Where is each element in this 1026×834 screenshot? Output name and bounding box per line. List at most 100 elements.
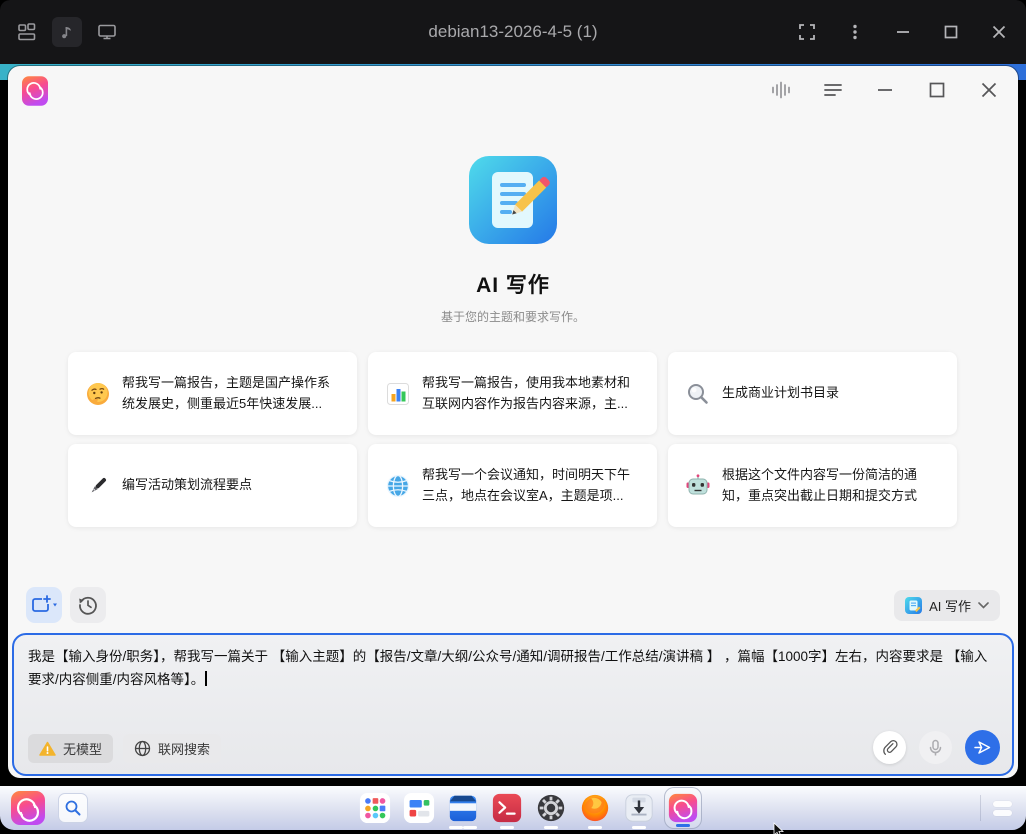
uos-ai-logo-icon xyxy=(22,76,48,106)
send-button[interactable] xyxy=(965,730,1000,765)
app-maximize-button[interactable] xyxy=(926,79,948,101)
send-icon xyxy=(973,738,992,757)
dock-uos-ai-active[interactable] xyxy=(664,787,702,829)
ai-writing-app-icon xyxy=(469,156,557,244)
globe-outline-icon xyxy=(134,740,151,757)
suggestion-card-local-material-report[interactable]: 帮我写一篇报告，使用我本地素材和互联网内容作为报告内容来源，主... xyxy=(368,352,657,435)
new-chat-button[interactable] xyxy=(26,587,62,623)
hero-section: AI 写作 基于您的主题和要求写作。 xyxy=(8,156,1018,325)
prompt-text: 我是【输入身份/职务】，帮我写一篇关于 【输入主题】的【报告/文章/大纲/公众号… xyxy=(28,649,987,687)
suggestion-card-label: 帮我写一篇报告，主题是国产操作系统发展史，侧重最近5年快速发展... xyxy=(122,373,340,413)
ai-writing-mini-icon xyxy=(905,597,922,614)
input-chips: 无模型 联网搜索 xyxy=(28,734,221,763)
active-running-indicator xyxy=(676,824,690,827)
running-indicator xyxy=(544,826,558,829)
suggestion-card-label: 根据这个文件内容写一份简洁的通知，重点突出截止日期和提交方式 xyxy=(722,465,940,505)
prompt-input[interactable]: 我是【输入身份/职务】，帮我写一篇关于 【输入主题】的【报告/文章/大纲/公众号… xyxy=(28,645,998,691)
robot-icon xyxy=(685,473,711,499)
mouse-cursor xyxy=(773,822,785,834)
vm-menu-button[interactable] xyxy=(842,19,868,45)
search-button[interactable] xyxy=(58,793,88,823)
taskbar-divider xyxy=(980,795,981,821)
vm-maximize-button[interactable] xyxy=(938,19,964,45)
dock-widgets[interactable] xyxy=(400,786,438,830)
text-caret xyxy=(205,671,207,686)
suggestion-card-label: 编写活动策划流程要点 xyxy=(122,475,252,495)
firefox-icon xyxy=(579,792,611,824)
voice-input-button[interactable] xyxy=(770,79,792,101)
dock-terminal[interactable] xyxy=(488,786,526,830)
running-indicator xyxy=(463,826,477,829)
attach-file-button[interactable] xyxy=(873,731,906,764)
model-chip-label: 无模型 xyxy=(63,739,102,758)
web-search-chip[interactable]: 联网搜索 xyxy=(123,734,221,763)
magnifier-icon xyxy=(685,381,711,407)
microphone-button[interactable] xyxy=(919,731,952,764)
globe-icon xyxy=(385,473,411,499)
suggestion-card-business-plan[interactable]: 生成商业计划书目录 xyxy=(668,352,957,435)
maximize-icon xyxy=(926,79,948,101)
page-title: AI 写作 xyxy=(8,269,1018,299)
web-search-chip-label: 联网搜索 xyxy=(158,739,210,758)
prompt-input-box[interactable]: 我是【输入身份/职务】，帮我写一篇关于 【输入主题】的【报告/文章/大纲/公众号… xyxy=(12,633,1014,776)
installer-download-icon xyxy=(623,792,655,824)
assistant-selector[interactable]: AI 写作 xyxy=(894,590,1000,621)
suggestion-card-event-planning[interactable]: 编写活动策划流程要点 xyxy=(68,444,357,527)
search-icon xyxy=(64,799,82,817)
app-minimize-button[interactable] xyxy=(874,79,896,101)
file-manager-icon xyxy=(447,792,479,824)
microphone-icon xyxy=(927,739,944,757)
new-chat-icon xyxy=(31,594,57,616)
warning-icon xyxy=(39,741,56,757)
running-indicator xyxy=(632,826,646,829)
pen-icon xyxy=(85,473,111,499)
desktop: AI 写作 基于您的主题和要求写作。 帮我写一篇 xyxy=(0,64,1026,834)
running-indicator xyxy=(588,826,602,829)
tray-bar xyxy=(993,810,1012,816)
vm-titlebar: debian13-2026-4-5 (1) xyxy=(0,0,1026,64)
close-icon xyxy=(989,22,1009,42)
suggestion-card-meeting-notice[interactable]: 帮我写一个会议通知，时间明天下午三点，地点在会议室A，主题是项... xyxy=(368,444,657,527)
vm-fullscreen-button[interactable] xyxy=(794,19,820,45)
minimize-icon xyxy=(874,79,896,101)
thinking-face-icon xyxy=(85,381,111,407)
dock-control-center[interactable] xyxy=(532,786,570,830)
app-close-button[interactable] xyxy=(978,79,1000,101)
vm-close-button[interactable] xyxy=(986,19,1012,45)
uos-ai-icon xyxy=(667,792,699,824)
settings-gear-icon xyxy=(535,792,567,824)
suggestion-card-label: 帮我写一个会议通知，时间明天下午三点，地点在会议室A，主题是项... xyxy=(422,465,640,505)
actions-row: AI 写作 xyxy=(26,587,1000,623)
minimize-icon xyxy=(893,22,913,42)
main-menu-button[interactable] xyxy=(822,79,844,101)
taskbar xyxy=(0,786,1026,830)
uos-ai-dock-icon[interactable] xyxy=(11,791,45,825)
tray-bar xyxy=(993,801,1012,807)
dock-file-manager[interactable] xyxy=(444,786,482,830)
maximize-icon xyxy=(941,22,961,42)
history-icon xyxy=(77,594,99,616)
suggestion-cards: 帮我写一篇报告，主题是国产操作系统发展史，侧重最近5年快速发展... 帮我写一篇… xyxy=(68,352,957,527)
suggestion-card-label: 帮我写一篇报告，使用我本地素材和互联网内容作为报告内容来源，主... xyxy=(422,373,640,413)
fullscreen-icon xyxy=(797,22,817,42)
screen: debian13-2026-4-5 (1) xyxy=(0,0,1026,834)
suggestion-card-os-report[interactable]: 帮我写一篇报告，主题是国产操作系统发展史，侧重最近5年快速发展... xyxy=(68,352,357,435)
suggestion-card-file-notice[interactable]: 根据这个文件内容写一份简洁的通知，重点突出截止日期和提交方式 xyxy=(668,444,957,527)
paperclip-icon xyxy=(881,739,899,757)
tray-panel-toggle[interactable] xyxy=(993,801,1012,816)
app-titlebar xyxy=(8,66,1018,114)
vm-minimize-button[interactable] xyxy=(890,19,916,45)
input-actions xyxy=(873,730,1000,765)
terminal-icon xyxy=(491,792,523,824)
dock-launcher[interactable] xyxy=(356,786,394,830)
dock-app-store[interactable] xyxy=(620,786,658,830)
hamburger-menu-icon xyxy=(822,79,844,101)
model-selector-chip[interactable]: 无模型 xyxy=(28,734,113,763)
widgets-icon xyxy=(403,792,435,824)
page-subtitle: 基于您的主题和要求写作。 xyxy=(8,308,1018,325)
dock-firefox[interactable] xyxy=(576,786,614,830)
bar-chart-icon xyxy=(385,381,411,407)
running-indicator xyxy=(500,826,514,829)
running-indicator xyxy=(449,826,463,829)
history-button[interactable] xyxy=(70,587,106,623)
